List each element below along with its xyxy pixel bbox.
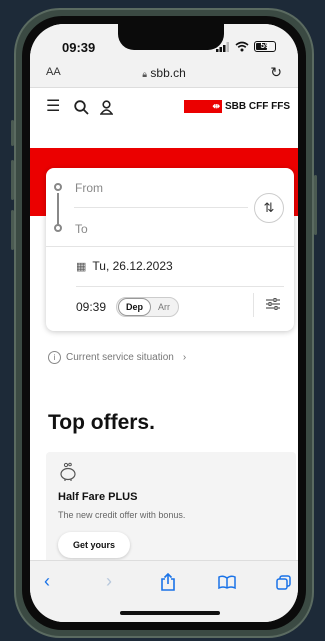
browser-toolbar: ‹ › bbox=[30, 560, 298, 622]
forward-icon[interactable]: › bbox=[106, 571, 112, 592]
offer-card[interactable]: Half Fare PLUS The new credit offer with… bbox=[46, 452, 296, 572]
time-row: 09:39 Dep Arr bbox=[76, 297, 180, 317]
swap-arrows-icon: ⇅ bbox=[263, 200, 275, 215]
notch bbox=[118, 24, 224, 50]
browser-address-bar: AA 🔒︎ sbb.ch ↻ bbox=[30, 60, 298, 88]
from-divider bbox=[74, 207, 248, 208]
route-line bbox=[57, 193, 59, 225]
back-icon[interactable]: ‹ bbox=[44, 571, 50, 592]
timetable-card: From To ⇅ ▦ Tu, 26.12.2023 09:39 Dep Arr bbox=[46, 168, 294, 331]
get-yours-button[interactable]: Get yours bbox=[58, 532, 130, 558]
swap-button[interactable]: ⇅ bbox=[254, 193, 284, 223]
silent-switch bbox=[11, 120, 14, 146]
bezel: 09:39 59 AA 🔒︎ sbb.ch ↻ ☰ ⇹ SBB CFF FFS … bbox=[22, 16, 306, 630]
screen: 09:39 59 AA 🔒︎ sbb.ch ↻ ☰ ⇹ SBB CFF FFS … bbox=[30, 24, 298, 622]
service-label: Current service situation bbox=[66, 352, 174, 363]
arrival-option[interactable]: Arr bbox=[151, 299, 177, 315]
logo-text: SBB CFF FFS bbox=[225, 101, 290, 112]
date-field[interactable]: ▦ Tu, 26.12.2023 bbox=[76, 259, 173, 273]
tabs-icon[interactable] bbox=[276, 575, 291, 590]
sbb-logo[interactable]: ⇹ SBB CFF FFS bbox=[184, 100, 290, 113]
url-text: sbb.ch bbox=[150, 66, 186, 80]
volume-down-button bbox=[11, 210, 14, 250]
origin-dot-icon bbox=[54, 183, 62, 191]
info-icon: i bbox=[48, 351, 61, 364]
bookmarks-icon[interactable] bbox=[218, 575, 236, 589]
service-situation-link[interactable]: i Current service situation › bbox=[48, 351, 186, 364]
hamburger-icon[interactable]: ☰ bbox=[46, 96, 60, 116]
wifi-icon bbox=[235, 41, 249, 52]
date-divider bbox=[76, 286, 284, 287]
to-input[interactable]: To bbox=[75, 222, 88, 236]
power-button bbox=[314, 175, 317, 235]
time-field[interactable]: 09:39 bbox=[76, 300, 106, 314]
departure-option[interactable]: Dep bbox=[118, 298, 152, 316]
calendar-icon: ▦ bbox=[76, 260, 87, 273]
user-icon[interactable] bbox=[100, 100, 113, 115]
share-icon[interactable] bbox=[160, 573, 176, 591]
home-indicator bbox=[120, 611, 220, 615]
chevron-right-icon: › bbox=[182, 352, 187, 363]
reload-icon[interactable]: ↻ bbox=[270, 64, 282, 81]
url-field[interactable]: 🔒︎ sbb.ch bbox=[30, 66, 298, 80]
battery-icon: 59 bbox=[254, 41, 276, 52]
status-time: 09:39 bbox=[62, 40, 96, 55]
offer-title: Half Fare PLUS bbox=[58, 491, 138, 503]
piggy-bank-icon bbox=[60, 462, 76, 481]
search-icon[interactable] bbox=[74, 100, 89, 115]
status-bar: 09:39 59 bbox=[30, 24, 298, 60]
phone-frame: 09:39 59 AA 🔒︎ sbb.ch ↻ ☰ ⇹ SBB CFF FFS … bbox=[11, 8, 317, 638]
status-icons: 59 bbox=[216, 41, 276, 52]
sbb-flag-icon: ⇹ bbox=[184, 100, 222, 113]
filter-sliders-icon[interactable] bbox=[266, 298, 280, 310]
filter-separator bbox=[253, 293, 254, 317]
lock-icon: 🔒︎ bbox=[142, 69, 148, 79]
offer-description: The new credit offer with bonus. bbox=[58, 510, 186, 520]
battery-level: 59 bbox=[260, 41, 270, 50]
destination-dot-icon bbox=[54, 224, 62, 232]
section-divider bbox=[46, 246, 294, 247]
date-value: Tu, 26.12.2023 bbox=[92, 259, 173, 273]
cellular-signal-icon bbox=[216, 41, 229, 52]
offers-heading: Top offers. bbox=[48, 411, 155, 434]
from-input[interactable]: From bbox=[75, 181, 103, 195]
site-header: ☰ ⇹ SBB CFF FFS bbox=[30, 88, 298, 130]
dep-arr-toggle[interactable]: Dep Arr bbox=[116, 297, 180, 317]
volume-up-button bbox=[11, 160, 14, 200]
